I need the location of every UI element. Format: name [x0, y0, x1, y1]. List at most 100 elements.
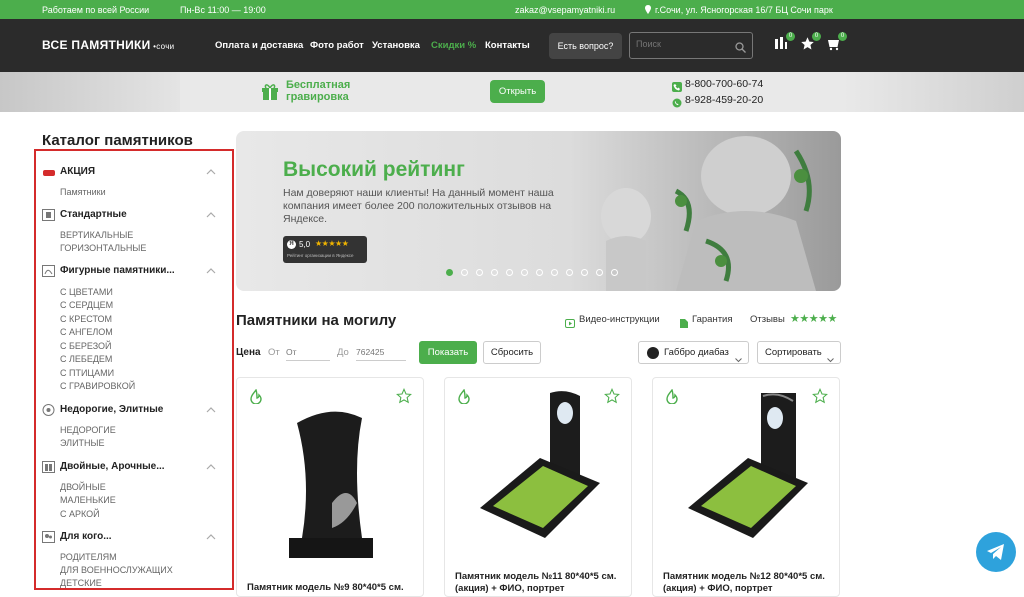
- hero-banner[interactable]: Высокий рейтинг Нам доверяют наши клиент…: [236, 131, 841, 291]
- favorites-icon[interactable]: 0: [800, 32, 821, 52]
- chevron-up-icon[interactable]: [206, 205, 216, 218]
- sub-item[interactable]: С СЕРДЦЕМ: [60, 300, 113, 310]
- section-standard[interactable]: Стандартные: [60, 209, 127, 220]
- slider-dot[interactable]: [566, 269, 573, 276]
- compare-badge: 0: [786, 32, 795, 41]
- sub-item[interactable]: Памятники: [60, 187, 106, 197]
- product-title[interactable]: Памятник модель №9 80*40*5 см.: [247, 582, 417, 594]
- sub-item[interactable]: ДВОЙНЫЕ: [60, 482, 106, 492]
- guarantee-link[interactable]: Гарантия: [692, 314, 733, 325]
- to-label: До: [337, 347, 349, 358]
- sub-item[interactable]: С АРКОЙ: [60, 509, 100, 519]
- address-text: г.Сочи, ул. Ясногорская 16/7 БЦ Сочи пар…: [655, 5, 833, 15]
- price-to-input[interactable]: [356, 343, 406, 361]
- section-for-whom[interactable]: Для кого...: [60, 531, 112, 542]
- sub-item[interactable]: С АНГЕЛОМ: [60, 327, 113, 337]
- favorites-badge: 0: [812, 32, 821, 41]
- banner-text: Нам доверяют наши клиенты! На данный мом…: [283, 187, 554, 225]
- section-sale[interactable]: АКЦИЯ: [60, 166, 95, 177]
- slider-dot[interactable]: [476, 269, 483, 276]
- nav-photos[interactable]: Фото работ: [310, 40, 364, 51]
- banner-title: Высокий рейтинг: [283, 158, 465, 181]
- product-card[interactable]: Памятник модель №12 80*40*5 см. (акция) …: [652, 377, 840, 597]
- fire-icon: [250, 388, 262, 409]
- sub-item[interactable]: С ЛЕБЕДЕМ: [60, 354, 112, 364]
- search-icon[interactable]: [735, 40, 746, 58]
- favorite-star-icon[interactable]: [396, 387, 412, 409]
- chevron-down-icon: [735, 350, 742, 371]
- chevron-up-icon[interactable]: [206, 400, 216, 413]
- chevron-up-icon[interactable]: [206, 261, 216, 274]
- slider-dot[interactable]: [461, 269, 468, 276]
- sub-item[interactable]: ДЕТСКИЕ: [60, 578, 102, 588]
- gift-icon: [260, 81, 280, 106]
- slider-dot[interactable]: [611, 269, 618, 276]
- chevron-up-icon[interactable]: [206, 527, 216, 540]
- material-select[interactable]: Габбро диабаз: [638, 341, 749, 364]
- section-figured[interactable]: Фигурные памятники...: [60, 265, 175, 276]
- sub-item[interactable]: НЕДОРОГИЕ: [60, 425, 116, 435]
- region-text: Работаем по всей России: [42, 5, 150, 15]
- product-card[interactable]: Памятник модель №11 80*40*5 см. (акция) …: [444, 377, 632, 597]
- sub-item[interactable]: С ГРАВИРОВКОЙ: [60, 381, 135, 391]
- elite-icon: [42, 403, 56, 416]
- slider-dot[interactable]: [551, 269, 558, 276]
- yandex-rating-badge[interactable]: Я 5,0 ★★★★★ Рейтинг организации в Яндекс…: [283, 236, 367, 263]
- price-label: Цена: [236, 347, 261, 358]
- ask-question-button[interactable]: Есть вопрос?: [549, 33, 622, 59]
- sub-item[interactable]: ЭЛИТНЫЕ: [60, 438, 105, 448]
- sub-item[interactable]: С КРЕСТОМ: [60, 314, 112, 324]
- favorite-star-icon[interactable]: [812, 387, 828, 409]
- slider-dot[interactable]: [506, 269, 513, 276]
- product-title[interactable]: Памятник модель №11 80*40*5 см. (акция) …: [455, 571, 625, 595]
- sub-item[interactable]: С ПТИЦАМИ: [60, 368, 114, 378]
- telegram-button[interactable]: [976, 532, 1016, 572]
- product-card[interactable]: Памятник модель №9 80*40*5 см.: [236, 377, 424, 597]
- nav-contacts[interactable]: Контакты: [485, 40, 530, 51]
- monument-image: [289, 411, 373, 558]
- slider-dot[interactable]: [446, 269, 453, 276]
- sub-item[interactable]: ГОРИЗОНТАЛЬНЫЕ: [60, 243, 146, 253]
- sub-item[interactable]: ДЛЯ ВОЕННОСЛУЖАЩИХ: [60, 565, 173, 575]
- sub-item[interactable]: МАЛЕНЬКИЕ: [60, 495, 116, 505]
- sub-item[interactable]: С ЦВЕТАМИ: [60, 287, 113, 297]
- slider-dot[interactable]: [536, 269, 543, 276]
- nav-discounts[interactable]: Скидки %: [431, 40, 476, 51]
- double-icon: [42, 460, 56, 473]
- price-from-input[interactable]: [286, 343, 330, 361]
- sub-item[interactable]: С БЕРЕЗОЙ: [60, 341, 112, 351]
- sub-item[interactable]: ВЕРТИКАЛЬНЫЕ: [60, 230, 133, 240]
- sort-select[interactable]: Сортировать: [757, 341, 841, 364]
- video-instructions-link[interactable]: Видео-инструкции: [579, 314, 660, 325]
- phone-1[interactable]: 8-800-700-60-74: [685, 78, 763, 90]
- compare-icon[interactable]: 0: [774, 32, 795, 52]
- open-promo-button[interactable]: Открыть: [490, 80, 545, 103]
- angel-decoration: [0, 72, 180, 112]
- slider-dot[interactable]: [596, 269, 603, 276]
- sub-item[interactable]: РОДИТЕЛЯМ: [60, 552, 117, 562]
- sort-select-value: Сортировать: [765, 347, 822, 358]
- search-input[interactable]: [636, 39, 731, 49]
- nav-delivery[interactable]: Оплата и доставка: [215, 40, 303, 51]
- monument-image: [480, 391, 600, 538]
- slider-dot[interactable]: [491, 269, 498, 276]
- nav-install[interactable]: Установка: [372, 40, 420, 51]
- standard-icon: [42, 208, 56, 221]
- section-cheap-elite[interactable]: Недорогие, Элитные: [60, 404, 163, 415]
- search-box: [629, 32, 753, 59]
- telegram-icon: [986, 543, 1006, 566]
- chevron-up-icon[interactable]: [206, 162, 216, 175]
- slider-dot[interactable]: [581, 269, 588, 276]
- phone-2[interactable]: 8-928-459-20-20: [685, 94, 763, 106]
- slider-dot[interactable]: [521, 269, 528, 276]
- reset-button[interactable]: Сбросить: [483, 341, 541, 364]
- reviews-link[interactable]: Отзывы: [750, 314, 785, 325]
- section-double-arched[interactable]: Двойные, Арочные...: [60, 461, 165, 472]
- product-title[interactable]: Памятник модель №12 80*40*5 см. (акция) …: [663, 571, 833, 595]
- cart-icon[interactable]: 0: [826, 32, 847, 52]
- site-logo[interactable]: ВСЕ ПАМЯТНИКИ •сочи: [42, 38, 174, 52]
- show-button[interactable]: Показать: [419, 341, 477, 364]
- favorite-star-icon[interactable]: [604, 387, 620, 409]
- chevron-up-icon[interactable]: [206, 457, 216, 470]
- email-link[interactable]: zakaz@vsepamyatniki.ru: [515, 5, 615, 15]
